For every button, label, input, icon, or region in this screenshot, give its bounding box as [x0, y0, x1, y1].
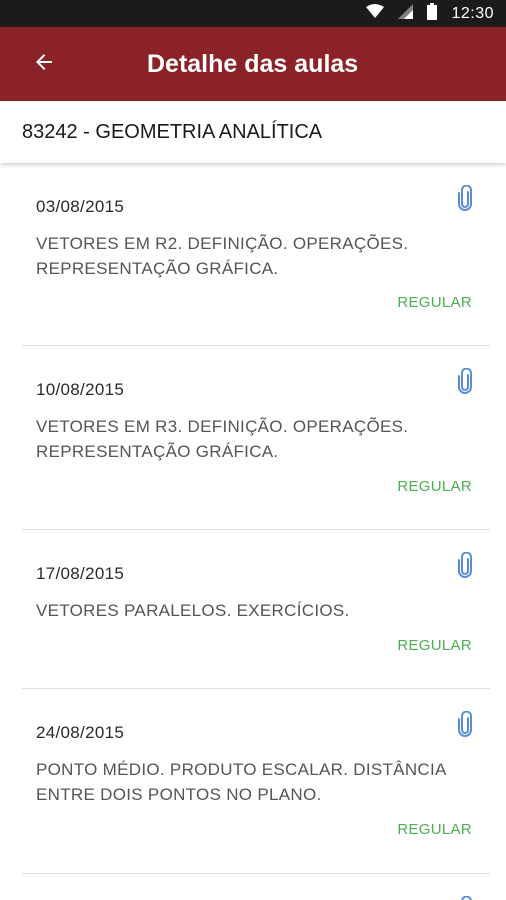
- lesson-date: 24/08/2015: [36, 723, 125, 742]
- back-button[interactable]: [20, 40, 68, 88]
- lesson-description: VETORES EM R3. DEFINIÇÃO. OPERAÇÕES. REP…: [36, 417, 409, 461]
- lesson-status[interactable]: REGULAR: [397, 637, 472, 654]
- lesson-item[interactable]: 24/08/2015 PONTO MÉDIO. PRODUTO ESCALAR.…: [22, 689, 490, 874]
- status-bar: 12:30: [0, 0, 506, 27]
- paperclip-icon[interactable]: [456, 710, 474, 737]
- wifi-icon: [366, 4, 385, 23]
- lesson-item[interactable]: 03/08/2015 VETORES EM R2. DEFINIÇÃO. OPE…: [22, 163, 490, 346]
- arrow-left-icon: [32, 50, 56, 79]
- lesson-date: 17/08/2015: [36, 564, 125, 583]
- app-bar: Detalhe das aulas: [0, 27, 506, 101]
- battery-icon: [427, 2, 438, 25]
- lesson-list: 03/08/2015 VETORES EM R2. DEFINIÇÃO. OPE…: [0, 163, 506, 900]
- lesson-status[interactable]: REGULAR: [397, 294, 472, 311]
- lesson-description: PONTO MÉDIO. PRODUTO ESCALAR. DISTÂNCIA …: [36, 760, 446, 804]
- status-icons: 12:30: [366, 0, 494, 27]
- paperclip-icon[interactable]: [456, 895, 474, 900]
- lesson-date: 03/08/2015: [36, 197, 125, 216]
- lesson-item[interactable]: 10/08/2015 VETORES EM R3. DEFINIÇÃO. OPE…: [22, 346, 490, 530]
- page-title: Detalhe das aulas: [147, 50, 359, 78]
- lesson-status[interactable]: REGULAR: [397, 821, 472, 838]
- status-time: 12:30: [451, 4, 494, 22]
- paperclip-icon[interactable]: [456, 184, 474, 211]
- lesson-status[interactable]: REGULAR: [397, 478, 472, 495]
- lesson-date: 10/08/2015: [36, 380, 125, 399]
- lesson-description: VETORES PARALELOS. EXERCÍCIOS.: [36, 601, 350, 620]
- paperclip-icon[interactable]: [456, 367, 474, 394]
- course-header: 83242 - GEOMETRIA ANALÍTICA: [0, 101, 506, 163]
- course-title: 83242 - GEOMETRIA ANALÍTICA: [22, 121, 323, 143]
- lesson-description: VETORES EM R2. DEFINIÇÃO. OPERAÇÕES. REP…: [36, 234, 409, 278]
- paperclip-icon[interactable]: [456, 551, 474, 578]
- signal-icon: [398, 3, 414, 24]
- lesson-item[interactable]: [22, 874, 490, 900]
- lesson-item[interactable]: 17/08/2015 VETORES PARALELOS. EXERCÍCIOS…: [22, 530, 490, 689]
